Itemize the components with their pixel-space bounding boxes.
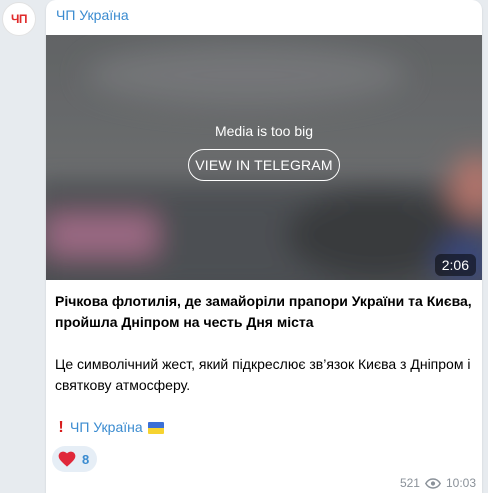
post-body: Це символічний жест, який підкреслює зв’… [55,356,471,393]
signature-channel-link[interactable]: ЧП Україна [70,417,143,438]
channel-name-link[interactable]: ЧП Україна [56,7,129,23]
video-preview[interactable]: Media is too big VIEW IN TELEGRAM 2:06 [46,35,482,280]
post-headline: Річкова флотилія, де замайоріли прапори … [55,293,472,330]
reaction-count: 8 [82,451,90,467]
post-signature: ! ЧП Україна [55,417,164,438]
views-count: 521 [399,476,420,490]
ukraine-flag-icon [147,421,164,434]
video-duration-badge: 2:06 [434,254,476,276]
message-meta: 521 10:03 [400,476,476,490]
telegram-post-view: ЧП ЧП Україна Media is too big VIEW IN T… [0,0,488,493]
channel-avatar-text: ЧП [10,12,28,26]
eye-icon [424,477,441,489]
exclamation-icon: ! [58,419,64,436]
reaction-heart-button[interactable]: 8 [52,446,98,472]
view-in-telegram-button[interactable]: VIEW IN TELEGRAM [188,149,340,181]
heart-icon [58,451,76,467]
channel-avatar[interactable]: ЧП [2,2,36,36]
media-too-big-notice: Media is too big [214,123,314,139]
post-time: 10:03 [445,476,476,490]
message-bubble: ЧП Україна Media is too big VIEW IN TELE… [46,0,482,493]
